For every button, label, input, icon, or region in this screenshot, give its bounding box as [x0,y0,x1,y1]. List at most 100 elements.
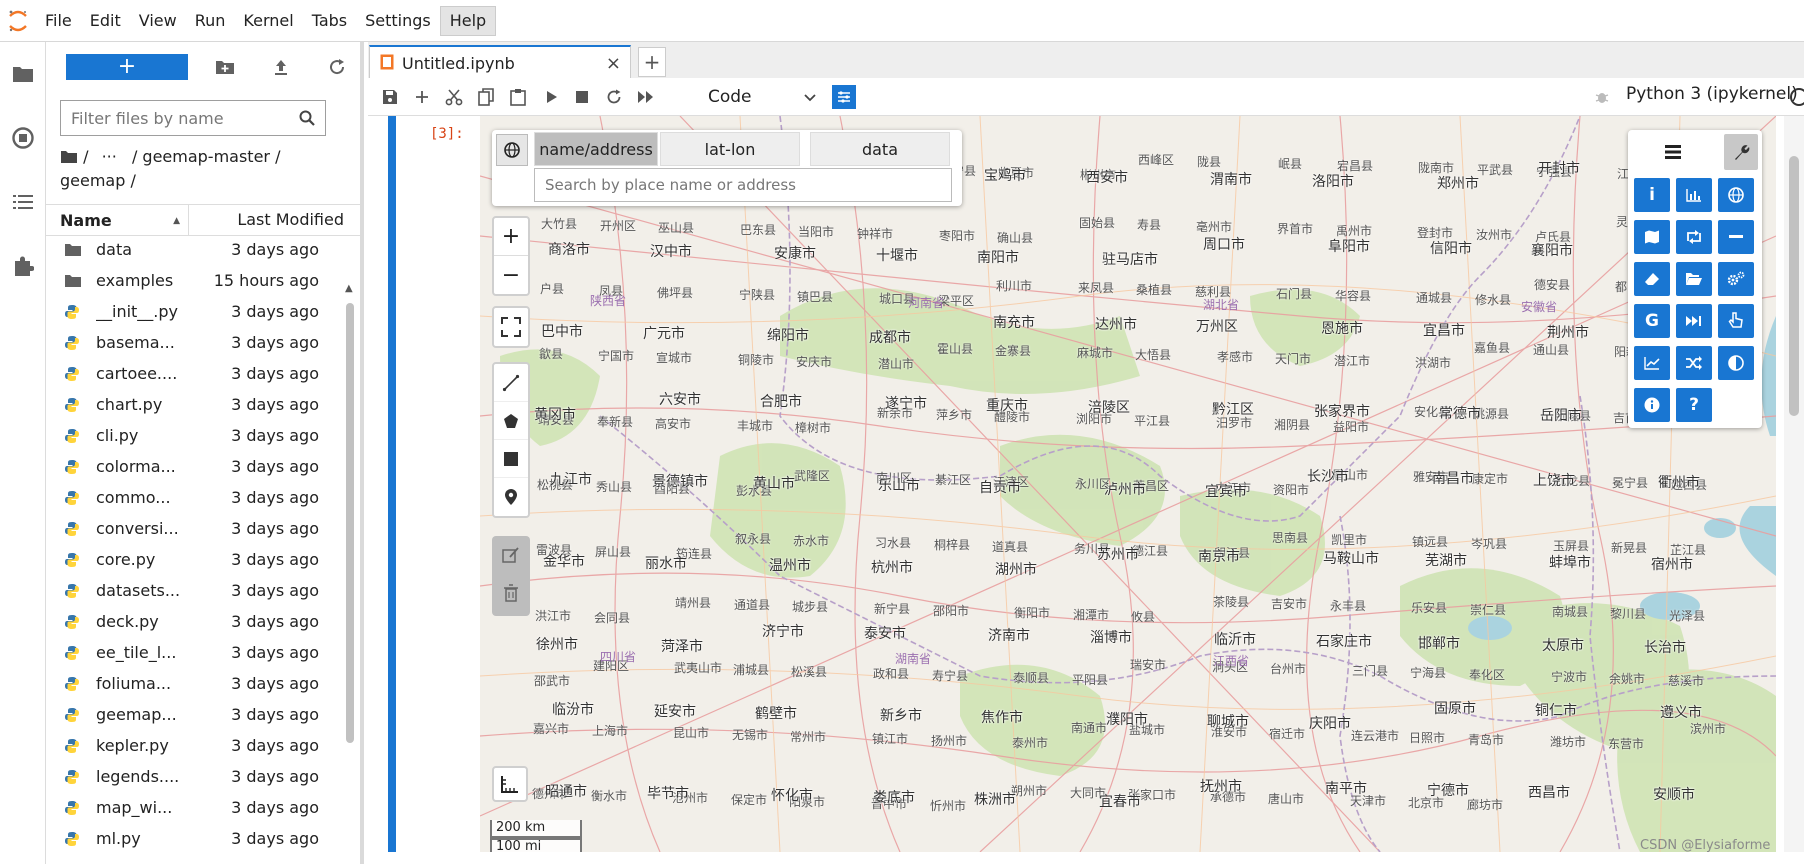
copy-icon[interactable] [474,85,498,109]
adjust-contrast-icon[interactable] [1718,346,1754,380]
file-list-item[interactable]: datasets... 3 days ago [46,575,346,606]
scroll-up-arrow-icon[interactable]: ▲ [345,283,353,294]
jupyter-logo-icon[interactable] [0,0,36,42]
layers-manager-icon[interactable] [1632,134,1714,170]
file-list-item[interactable]: ee_tile_l... 3 days ago [46,637,346,668]
tab-lat-lon[interactable]: lat-lon [660,132,800,166]
file-list-item[interactable]: map_wi... 3 days ago [46,792,346,823]
menu-kernel[interactable]: Kernel [234,6,302,36]
file-list-item[interactable]: chart.py 3 days ago [46,389,346,420]
file-list-item[interactable]: legends.... 3 days ago [46,761,346,792]
file-list-item[interactable]: basema... 3 days ago [46,327,346,358]
fast-forward-icon[interactable] [1676,304,1712,338]
file-list-item[interactable]: data 3 days ago [46,234,346,265]
zoom-out-button[interactable]: − [494,256,528,294]
menu-settings[interactable]: Settings [356,6,440,36]
home-folder-icon[interactable] [60,148,78,170]
menu-run[interactable]: Run [186,6,235,36]
eraser-icon[interactable] [1634,262,1670,296]
menu-tabs[interactable]: Tabs [303,6,356,36]
file-list-item[interactable]: ml.py 3 days ago [46,823,346,854]
file-list-item[interactable]: examples 15 hours ago [46,265,346,296]
save-icon[interactable] [378,85,402,109]
gears-icon[interactable] [1718,262,1754,296]
draw-marker-icon[interactable] [494,478,528,516]
interrupt-kernel-icon[interactable] [570,85,594,109]
new-launcher-button[interactable]: + [66,54,188,80]
notebook-scroll-thumb[interactable] [1789,156,1799,416]
filter-files-input[interactable] [71,108,291,128]
menu-file[interactable]: File [36,6,81,36]
help-question-icon[interactable]: ? [1676,388,1712,422]
delete-layers-trash-icon[interactable] [492,574,530,612]
wrench-tools-icon[interactable] [1724,134,1758,170]
notebook-scrollbar[interactable] [1784,116,1804,852]
new-folder-icon[interactable] [212,54,238,80]
file-list-item[interactable]: deck.py 3 days ago [46,606,346,637]
breadcrumb-path[interactable]: / geemap-master / geemap / [60,147,280,190]
draw-polyline-icon[interactable] [494,364,528,402]
close-tab-icon[interactable]: × [606,53,621,74]
measure-ruler-icon[interactable] [492,766,528,802]
info-circle-icon[interactable] [1634,388,1670,422]
table-of-contents-icon[interactable] [0,170,46,234]
search-place-input[interactable] [534,168,952,202]
breadcrumb-ellipsis[interactable]: ··· [102,147,117,166]
refresh-icon[interactable] [324,54,350,80]
menu-view[interactable]: View [130,6,186,36]
fullscreen-icon[interactable] [494,308,528,346]
basemap-globe-icon[interactable] [1718,178,1754,212]
restart-kernel-icon[interactable] [602,85,626,109]
file-list-item[interactable]: kepler.py 3 days ago [46,730,346,761]
map-icon[interactable] [1634,220,1670,254]
column-name-header[interactable]: Name ▲ [46,211,188,230]
file-list-item[interactable]: core.py 3 days ago [46,544,346,575]
upload-icon[interactable] [268,54,294,80]
file-list-item[interactable]: conversi... 3 days ago [46,513,346,544]
minus-icon[interactable] [1718,220,1754,254]
cell-type-select[interactable]: Code [708,85,816,109]
tab-name-address[interactable]: name/address [534,132,658,166]
retweet-convert-icon[interactable] [1676,220,1712,254]
plotting-bar-chart-icon[interactable] [1676,178,1712,212]
add-tab-button[interactable]: + [638,47,666,77]
hand-pointer-icon[interactable] [1718,304,1754,338]
paste-icon[interactable] [506,85,530,109]
restart-run-all-icon[interactable] [634,85,658,109]
extension-manager-puzzle-icon[interactable] [0,234,46,298]
draw-rectangle-icon[interactable] [494,440,528,478]
draw-polygon-icon[interactable] [494,402,528,440]
run-cell-icon[interactable] [540,85,564,109]
zoom-in-button[interactable]: + [494,218,528,256]
file-list-item[interactable]: __init__.py 3 days ago [46,296,346,327]
globe-icon[interactable] [496,134,528,166]
search-icon[interactable] [299,110,315,130]
random-shuffle-icon[interactable] [1676,346,1712,380]
file-list-item[interactable]: cartoee.... 3 days ago [46,358,346,389]
file-list-item[interactable]: cli.py 3 days ago [46,420,346,451]
file-list-scroll-thumb[interactable] [346,303,354,743]
file-list-item[interactable]: foliuma... 3 days ago [46,668,346,699]
file-browser-folder-icon[interactable] [0,42,46,106]
column-last-modified-header[interactable]: Last Modified [188,204,360,236]
active-cell-indicator[interactable] [388,116,396,852]
line-chart-icon[interactable] [1634,346,1670,380]
cut-icon[interactable] [442,85,466,109]
kernel-name-label[interactable]: Python 3 (ipykernel) [1626,84,1798,104]
google-icon[interactable]: G [1634,304,1670,338]
ipyleaflet-map[interactable]: 吕梁市交口县灵石县武乡县乡宁县静宁县会宁县临夏市彬州市西峰区陇县岷县宕昌县陇南市… [480,116,1776,852]
breadcrumb-root-separator[interactable]: / [83,147,88,166]
tab-untitled-notebook[interactable]: Untitled.ipynb × [369,45,631,80]
inspector-info-icon[interactable]: i [1634,178,1670,212]
menu-edit[interactable]: Edit [81,6,130,36]
property-inspector-icon[interactable] [832,85,856,109]
edit-layers-icon[interactable] [492,536,530,574]
running-kernels-stop-icon[interactable] [0,106,46,170]
insert-cell-icon[interactable] [410,85,434,109]
file-list-item[interactable]: commo... 3 days ago [46,482,346,513]
file-list-item[interactable]: geemap... 3 days ago [46,699,346,730]
file-list-item[interactable]: colorma... 3 days ago [46,451,346,482]
folder-open-icon[interactable] [1676,262,1712,296]
debugger-bug-icon[interactable] [1590,85,1614,109]
tab-data[interactable]: data [810,132,950,166]
